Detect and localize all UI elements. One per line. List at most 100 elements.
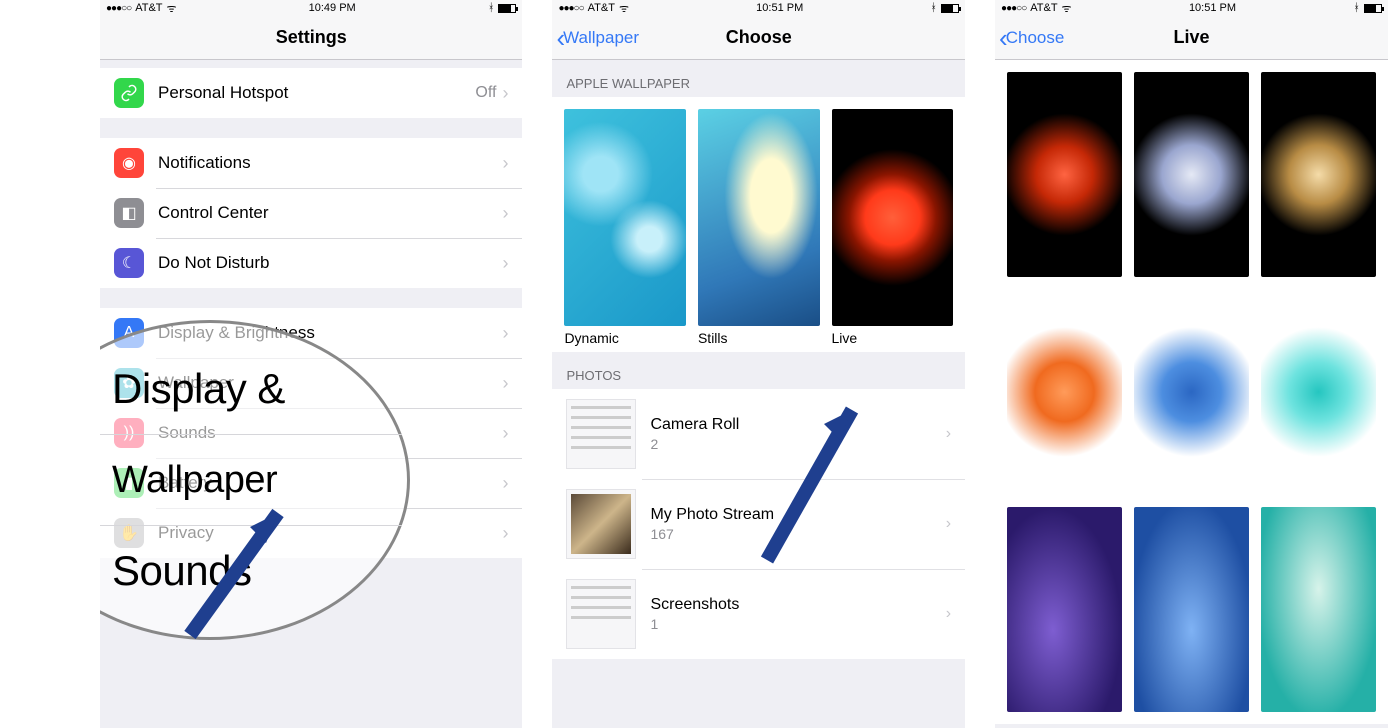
row-label: Wallpaper [158, 373, 502, 393]
signal-dots: ●●●○○ [1001, 3, 1026, 14]
clock: 10:51 PM [1189, 2, 1236, 14]
row-label: Display & Brightness [158, 323, 502, 343]
row-label: Privacy [158, 523, 502, 543]
nav-bar: ‹ Wallpaper Choose [552, 16, 965, 60]
dynamic-thumbnail [564, 109, 686, 326]
back-label: Wallpaper [563, 28, 639, 48]
nav-bar: Settings [100, 16, 522, 60]
row-photo-stream[interactable]: My Photo Stream 167 › [552, 479, 965, 569]
row-notifications[interactable]: ◉ Notifications › [100, 138, 522, 188]
notification-icon: ◉ [114, 148, 144, 178]
wifi-icon: ᯤ [167, 1, 177, 16]
chevron-right-icon: › [502, 523, 508, 544]
thumb-dynamic[interactable]: Dynamic [564, 109, 686, 346]
thumb-label: Live [832, 326, 954, 346]
wifi-icon: ᯤ [1062, 1, 1072, 16]
bluetooth-icon: ᚼ [488, 2, 495, 14]
chevron-right-icon: › [946, 605, 951, 623]
album-title: Camera Roll [650, 416, 739, 434]
album-title: Screenshots [650, 596, 739, 614]
wallpaper-grid [995, 60, 1388, 724]
chevron-right-icon: › [502, 83, 508, 104]
row-privacy[interactable]: ✋ Privacy › [100, 508, 522, 558]
album-count: 167 [650, 526, 774, 542]
toggle-icon: ◧ [114, 198, 144, 228]
row-camera-roll[interactable]: Camera Roll 2 › [552, 389, 965, 479]
battery-icon [941, 4, 959, 13]
row-personal-hotspot[interactable]: Personal Hotspot Off › [100, 68, 522, 118]
stills-thumbnail [698, 109, 820, 326]
battery-icon [1364, 4, 1382, 13]
chevron-right-icon: › [502, 153, 508, 174]
live-wallpaper-tile[interactable] [1007, 507, 1122, 712]
hand-icon: ✋ [114, 518, 144, 548]
wallpaper-icon: ✿ [114, 368, 144, 398]
status-bar: ●●●○○ AT&T ᯤ 10:49 PM ᚼ [100, 0, 522, 16]
link-icon [114, 78, 144, 108]
live-wallpaper-tile[interactable] [1261, 289, 1376, 494]
row-label: Personal Hotspot [158, 83, 475, 103]
bluetooth-icon: ᚼ [1353, 2, 1360, 14]
settings-screen: ●●●○○ AT&T ᯤ 10:49 PM ᚼ Settings Persona… [100, 0, 522, 728]
live-wallpaper-tile[interactable] [1134, 507, 1249, 712]
status-bar: ●●●○○ AT&T ᯤ 10:51 PM ᚼ [552, 0, 965, 16]
row-display[interactable]: A Display & Brightness › [100, 308, 522, 358]
live-wallpaper-tile[interactable] [1007, 289, 1122, 494]
status-bar: ●●●○○ AT&T ᯤ 10:51 PM ᚼ [995, 0, 1388, 16]
section-header: APPLE WALLPAPER [552, 60, 965, 97]
album-thumbnail [566, 489, 636, 559]
signal-dots: ●●●○○ [558, 3, 583, 14]
album-thumbnail [566, 579, 636, 649]
carrier-label: AT&T [135, 2, 162, 14]
moon-icon: ☾ [114, 248, 144, 278]
back-button[interactable]: ‹ Choose [999, 25, 1064, 51]
live-wallpaper-tile[interactable] [1134, 72, 1249, 277]
live-wallpaper-tile[interactable] [1261, 507, 1376, 712]
chevron-right-icon: › [946, 515, 951, 533]
clock: 10:49 PM [309, 2, 356, 14]
row-wallpaper[interactable]: ✿ Wallpaper › [100, 358, 522, 408]
row-sounds[interactable]: )) Sounds › [100, 408, 522, 458]
row-control-center[interactable]: ◧ Control Center › [100, 188, 522, 238]
album-count: 2 [650, 436, 739, 452]
row-label: Control Center [158, 203, 502, 223]
live-wallpaper-tile[interactable] [1261, 72, 1376, 277]
thumb-stills[interactable]: Stills [698, 109, 820, 346]
page-title: Settings [276, 27, 347, 48]
sounds-icon: )) [114, 418, 144, 448]
live-wallpaper-tile[interactable] [1007, 72, 1122, 277]
row-label: Notifications [158, 153, 502, 173]
clock: 10:51 PM [756, 2, 803, 14]
battery-icon [498, 4, 516, 13]
back-button[interactable]: ‹ Wallpaper [556, 25, 639, 51]
row-do-not-disturb[interactable]: ☾ Do Not Disturb › [100, 238, 522, 288]
page-title: Choose [726, 27, 792, 48]
chevron-right-icon: › [502, 473, 508, 494]
row-label: Do Not Disturb [158, 253, 502, 273]
section-header: PHOTOS [552, 352, 965, 389]
live-wallpaper-tile[interactable] [1134, 289, 1249, 494]
row-battery[interactable]: ▮ Battery › [100, 458, 522, 508]
battery-row-icon: ▮ [114, 468, 144, 498]
bluetooth-icon: ᚼ [930, 2, 937, 14]
album-title: My Photo Stream [650, 506, 774, 524]
row-label: Sounds [158, 423, 502, 443]
thumb-live[interactable]: Live [832, 109, 954, 346]
row-screenshots[interactable]: Screenshots 1 › [552, 569, 965, 659]
carrier-label: AT&T [588, 2, 615, 14]
carrier-label: AT&T [1030, 2, 1057, 14]
chevron-right-icon: › [946, 425, 951, 443]
live-thumbnail [832, 109, 954, 326]
album-count: 1 [650, 616, 739, 632]
chevron-right-icon: › [502, 373, 508, 394]
thumb-label: Stills [698, 326, 820, 346]
choose-wallpaper-screen: ●●●○○ AT&T ᯤ 10:51 PM ᚼ ‹ Wallpaper Choo… [552, 0, 965, 728]
thumb-label: Dynamic [564, 326, 686, 346]
signal-dots: ●●●○○ [106, 3, 131, 14]
display-icon: A [114, 318, 144, 348]
nav-bar: ‹ Choose Live [995, 16, 1388, 60]
chevron-right-icon: › [502, 323, 508, 344]
page-title: Live [1174, 27, 1210, 48]
chevron-right-icon: › [502, 203, 508, 224]
chevron-right-icon: › [502, 253, 508, 274]
